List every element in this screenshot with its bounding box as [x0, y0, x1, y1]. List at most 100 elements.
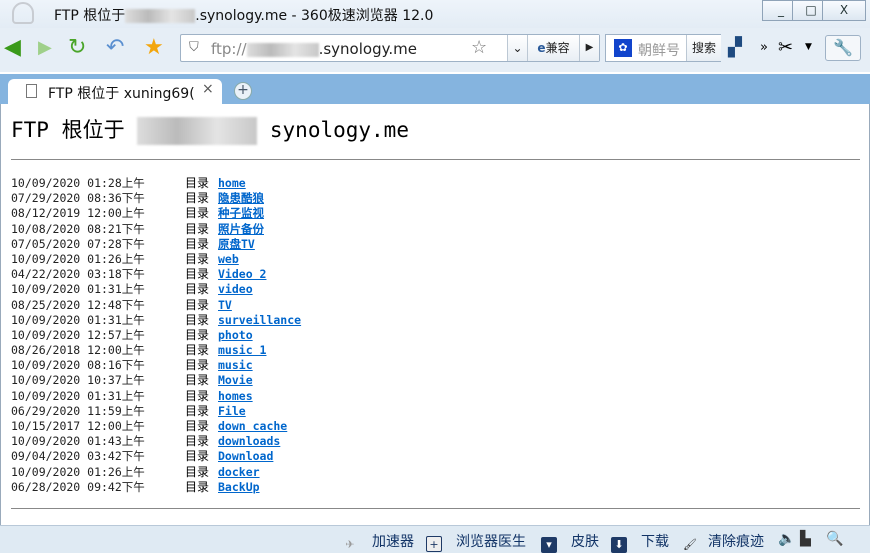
divider: [11, 159, 860, 160]
directory-link[interactable]: music 1: [218, 343, 266, 357]
volume-icon[interactable]: 🔈: [778, 531, 795, 547]
back-icon[interactable]: ◀: [4, 36, 21, 60]
user-avatar-icon[interactable]: [12, 2, 34, 24]
directory-link[interactable]: video: [218, 282, 253, 296]
list-item: 07/29/2020 08:36下午 目录 隐患酷狼: [11, 191, 301, 206]
directory-link[interactable]: Download: [218, 449, 273, 463]
tab-ftp[interactable]: FTP 根位于 xuning69( ×: [8, 79, 222, 104]
compat-mode-button[interactable]: e兼容: [527, 35, 579, 61]
list-item: 09/04/2020 03:42下午 目录 Download: [11, 449, 301, 464]
list-item: 10/15/2017 12:00上午 目录 down cache: [11, 419, 301, 434]
modified-date: 10/15/2017 12:00上午: [11, 419, 145, 433]
directory-link[interactable]: down cache: [218, 419, 287, 433]
entry-type: 目录: [185, 343, 210, 358]
directory-link[interactable]: 原盘TV: [218, 237, 255, 251]
title-bar: FTP 根位于 .synology.me - 360极速浏览器 12.0 _ □ …: [0, 0, 870, 28]
directory-link[interactable]: 种子监视: [218, 206, 264, 220]
directory-link[interactable]: 隐患酷狼: [218, 191, 264, 205]
page-content: FTP 根位于 synology.me 10/09/2020 01:28上午 目录…: [0, 104, 870, 525]
search-button[interactable]: 搜索: [686, 35, 721, 61]
browser-doctor-button[interactable]: + 浏览器医生: [426, 531, 526, 552]
entry-type: 目录: [185, 191, 210, 206]
dropdown-arrow-icon[interactable]: ▼: [805, 42, 812, 52]
directory-link[interactable]: downloads: [218, 434, 280, 448]
chevron-down-icon[interactable]: ⌄: [507, 35, 527, 61]
modified-date: 09/04/2020 03:42下午: [11, 449, 145, 464]
directory-link[interactable]: photo: [218, 328, 253, 342]
directory-link[interactable]: Movie: [218, 373, 253, 387]
zoom-magnifier-icon[interactable]: 🔍: [826, 531, 843, 547]
bookmark-star-icon[interactable]: ☆: [471, 37, 487, 58]
list-item: 06/28/2020 09:42下午 目录 BackUp: [11, 480, 301, 495]
search-box[interactable]: ✿ 朝鲜号 搜索: [605, 34, 721, 62]
entry-type: 目录: [185, 358, 210, 373]
directory-link[interactable]: home: [218, 176, 246, 190]
modified-date: 06/29/2020 11:59上午: [11, 403, 145, 418]
play-arrow-icon[interactable]: ▶: [579, 35, 599, 61]
address-bar[interactable]: ⛉ ftp://.synology.me ☆ ⌄ e兼容 ▶: [180, 34, 600, 62]
tab-strip: FTP 根位于 xuning69( × +: [0, 74, 870, 104]
directory-link[interactable]: music: [218, 358, 253, 372]
directory-link[interactable]: BackUp: [218, 480, 260, 494]
entry-type: 目录: [185, 479, 210, 494]
baidu-paw-icon: ✿: [614, 39, 632, 57]
status-bar: ✈ 加速器 + 浏览器医生 ▾ 皮肤 ⬇ 下载 🖌 清除痕迹 🔈 ▙ 🔍: [0, 525, 870, 553]
directory-link[interactable]: File: [218, 404, 246, 418]
skin-button[interactable]: ▾ 皮肤: [541, 531, 599, 553]
entry-type: 目录: [185, 434, 210, 449]
undo-icon[interactable]: ↶: [106, 36, 124, 60]
accelerator-button[interactable]: ✈ 加速器: [342, 531, 414, 553]
download-arrow-icon: ⬇: [611, 537, 627, 553]
medkit-icon: +: [426, 536, 442, 552]
close-window-button[interactable]: X: [822, 0, 866, 21]
download-button[interactable]: ⬇ 下载: [611, 531, 669, 553]
directory-link[interactable]: 照片备份: [218, 222, 264, 236]
directory-link[interactable]: Video 2: [218, 267, 266, 281]
refresh-icon[interactable]: ↻: [68, 36, 86, 60]
search-input[interactable]: 朝鲜号: [638, 40, 680, 60]
scissors-icon[interactable]: ✂: [778, 36, 793, 60]
apps-grid-icon[interactable]: ▞: [728, 36, 742, 60]
list-item: 07/05/2020 07:28下午 目录 原盘TV: [11, 237, 301, 252]
list-item: 10/09/2020 01:31上午 目录 video: [11, 282, 301, 297]
entry-type: 目录: [185, 373, 210, 388]
directory-link[interactable]: surveillance: [218, 313, 301, 327]
wrench-settings-icon[interactable]: 🔧: [825, 35, 861, 61]
list-item: 04/22/2020 03:18下午 目录 Video 2: [11, 267, 301, 282]
modified-date: 10/09/2020 12:57上午: [11, 327, 145, 342]
modified-date: 10/09/2020 01:31上午: [11, 312, 145, 327]
list-item: 10/09/2020 08:16下午 目录 music: [11, 358, 301, 373]
directory-link[interactable]: TV: [218, 298, 232, 312]
entry-type: 目录: [185, 327, 210, 342]
document-icon: [26, 84, 37, 98]
entry-type: 目录: [185, 297, 210, 312]
close-tab-icon[interactable]: ×: [202, 81, 214, 97]
clear-traces-button[interactable]: 🖌 清除痕迹: [682, 531, 764, 553]
entry-type: 目录: [185, 388, 210, 403]
list-item: 10/09/2020 01:26上午 目录 web: [11, 252, 301, 267]
entry-type: 目录: [185, 403, 210, 418]
favorites-star-icon[interactable]: ★: [144, 36, 164, 60]
new-tab-button[interactable]: +: [234, 82, 252, 100]
list-item: 10/09/2020 01:43上午 目录 downloads: [11, 434, 301, 449]
modified-date: 04/22/2020 03:18下午: [11, 267, 145, 282]
directory-link[interactable]: homes: [218, 389, 253, 403]
more-button[interactable]: »: [760, 40, 768, 55]
entry-type: 目录: [185, 176, 210, 190]
directory-link[interactable]: web: [218, 252, 239, 266]
list-item: 10/09/2020 01:31上午 目录 surveillance: [11, 313, 301, 328]
address-input[interactable]: ftp://.synology.me: [211, 40, 417, 58]
modified-date: 10/09/2020 08:16下午: [11, 358, 145, 373]
entry-type: 目录: [185, 267, 210, 282]
directory-listing: 10/09/2020 01:28上午 目录 home 07/29/2020 08:36…: [11, 176, 301, 495]
forward-icon[interactable]: ▶: [38, 36, 52, 60]
entry-type: 目录: [185, 221, 210, 236]
screenshot-icon[interactable]: ▙: [800, 531, 811, 547]
list-item: 10/09/2020 10:37上午 目录 Movie: [11, 373, 301, 388]
modified-date: 10/09/2020 01:31上午: [11, 282, 145, 297]
modified-date: 10/09/2020 01:31上午: [11, 388, 145, 403]
directory-link[interactable]: docker: [218, 465, 260, 479]
list-item: 10/09/2020 01:31上午 目录 homes: [11, 389, 301, 404]
modified-date: 10/09/2020 01:26上午: [11, 464, 145, 479]
modified-date: 07/29/2020 08:36下午: [11, 191, 145, 206]
